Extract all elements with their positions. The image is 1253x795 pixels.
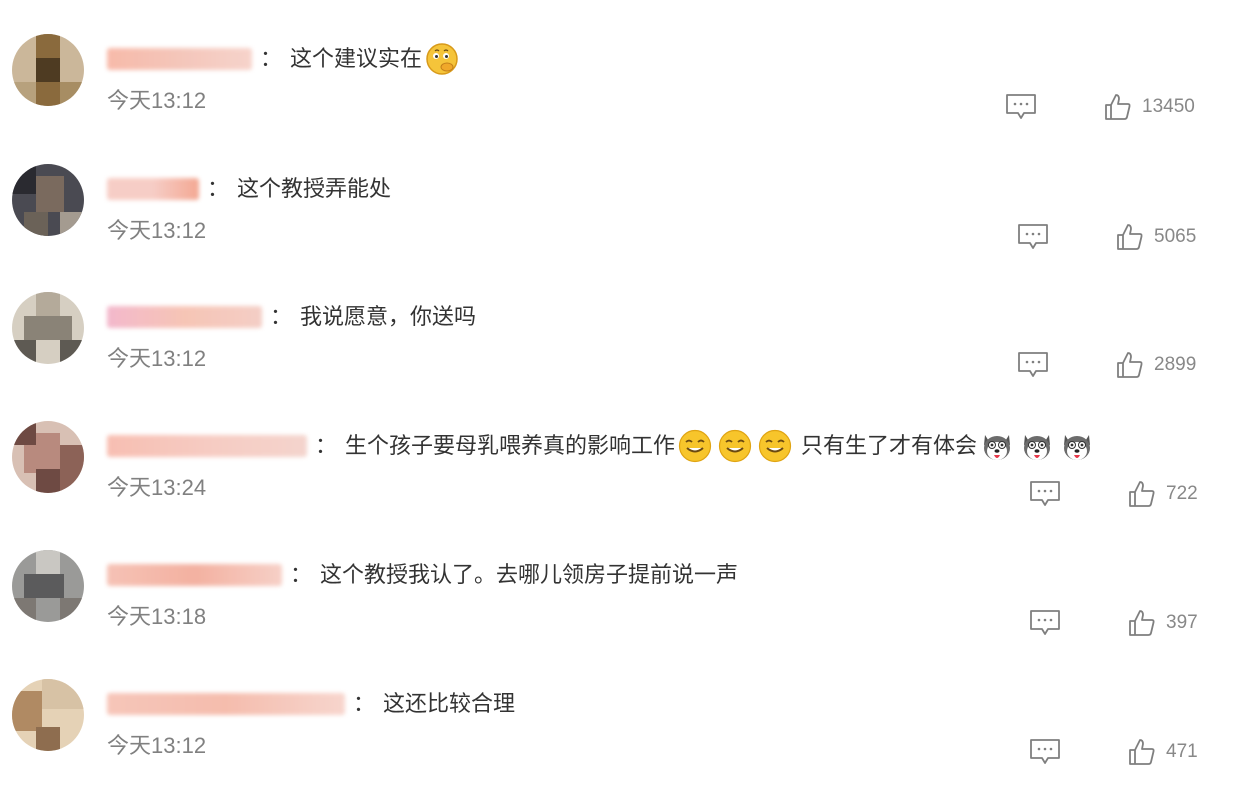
comment-text: 这个教授我认了。去哪儿领房子提前说一声: [320, 562, 739, 587]
avatar[interactable]: [12, 292, 84, 364]
avatar[interactable]: [12, 550, 84, 622]
timestamp: 今天13:12: [107, 218, 207, 243]
smile-emoji-icon: [758, 429, 792, 463]
avatar[interactable]: [12, 679, 84, 751]
smile-emoji-icon: [718, 429, 752, 463]
like-count: 471: [1166, 741, 1198, 762]
comment-text: 这个建议实在: [290, 46, 423, 71]
husky-emoji-icon: [1064, 435, 1091, 460]
username[interactable]: [107, 693, 345, 715]
colon-separator: ：: [270, 304, 293, 329]
like-button[interactable]: 13450: [1104, 92, 1195, 122]
husky-emoji-icon: [984, 435, 1011, 460]
username[interactable]: [107, 306, 262, 328]
husky-emoji-icon: [1024, 435, 1051, 460]
comment-item: ： 生个孩子要母乳喂养真的影响工作 只有生了才有体会 今天13:24 722: [0, 387, 1253, 516]
timestamp: 今天13:12: [107, 346, 207, 371]
comment-icon[interactable]: [1029, 738, 1061, 766]
comment-item: ： 这个建议实在 今天13:12 13450: [0, 0, 1253, 129]
comment-item: ： 这还比较合理 今天13:12 471: [0, 645, 1253, 774]
thumbs-up-icon: [1117, 224, 1143, 250]
thumbs-up-icon: [1105, 94, 1131, 120]
avatar[interactable]: [12, 421, 84, 493]
timestamp: 今天13:12: [107, 733, 207, 758]
timestamp: 今天13:18: [107, 604, 207, 629]
like-button[interactable]: 471: [1128, 737, 1198, 767]
comment-icon[interactable]: [1005, 93, 1037, 121]
comment-text: 这还比较合理: [383, 691, 516, 716]
username[interactable]: [107, 48, 252, 70]
comment-item: ： 我说愿意，你送吗 今天13:12 2899: [0, 258, 1253, 387]
avatar[interactable]: [12, 164, 84, 236]
comment-icon[interactable]: [1029, 609, 1061, 637]
comment-text: 这个教授弄能处: [237, 176, 392, 201]
avatar[interactable]: [12, 34, 84, 106]
thumbs-up-icon: [1129, 610, 1155, 636]
like-count: 2899: [1154, 354, 1197, 375]
colon-separator: ：: [260, 46, 283, 71]
comment-item: ： 这个教授弄能处 今天13:12 5065: [0, 130, 1253, 259]
username[interactable]: [107, 435, 307, 457]
timestamp: 今天13:12: [107, 88, 207, 113]
like-count: 722: [1166, 483, 1198, 504]
like-button[interactable]: 2899: [1116, 350, 1196, 380]
like-count: 5065: [1154, 226, 1197, 247]
colon-separator: ：: [315, 433, 338, 458]
comment-item: ： 这个教授我认了。去哪儿领房子提前说一声 今天13:18 397: [0, 516, 1253, 645]
like-button[interactable]: 397: [1128, 608, 1198, 638]
thumbs-up-icon: [1129, 739, 1155, 765]
timestamp: 今天13:24: [107, 475, 207, 500]
smile-emoji-icon: [678, 429, 712, 463]
thumbs-up-icon: [1117, 352, 1143, 378]
comment-icon[interactable]: [1029, 480, 1061, 508]
comment-icon[interactable]: [1017, 223, 1049, 251]
like-button[interactable]: 5065: [1116, 222, 1196, 252]
colon-separator: ：: [353, 691, 376, 716]
username[interactable]: [107, 564, 282, 586]
comment-text: 我说愿意，你送吗: [300, 304, 477, 329]
colon-separator: ：: [207, 176, 230, 201]
comment-text: 生个孩子要母乳喂养真的影响工作: [345, 433, 676, 458]
thinking-emoji-icon: [426, 43, 458, 75]
comment-text: 只有生了才有体会: [801, 433, 978, 458]
like-count: 13450: [1142, 96, 1195, 117]
like-button[interactable]: 722: [1128, 479, 1198, 509]
comment-icon[interactable]: [1017, 351, 1049, 379]
username[interactable]: [107, 178, 199, 200]
like-count: 397: [1166, 612, 1198, 633]
colon-separator: ：: [290, 562, 313, 587]
thumbs-up-icon: [1129, 481, 1155, 507]
